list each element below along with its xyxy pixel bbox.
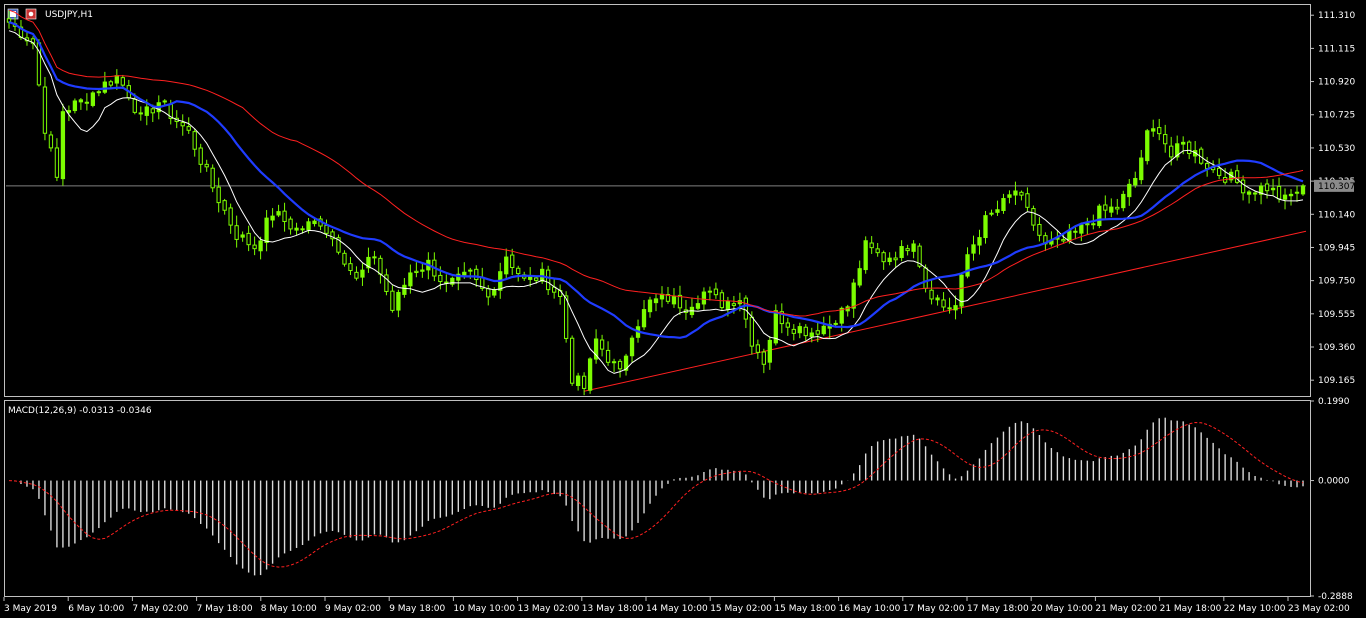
time-tick-label: 8 May 10:00 [261, 604, 317, 614]
price-tick-label: 109.555 [1318, 310, 1355, 320]
price-tick-label: 111.310 [1318, 11, 1355, 21]
time-tick-label: 16 May 10:00 [839, 604, 901, 614]
candle [336, 234, 341, 255]
price-tick-label: 109.360 [1318, 343, 1355, 353]
time-tick-label: 13 May 18:00 [582, 604, 644, 614]
price-tick-label: 110.725 [1318, 111, 1355, 121]
candle [863, 236, 868, 274]
trading-chart[interactable]: USDJPY,H1 MACD(12,26,9) -0.0313 -0.0346 … [0, 0, 1366, 618]
price-tick-label: 111.115 [1318, 44, 1355, 54]
time-tick-label: 9 May 18:00 [389, 604, 445, 614]
time-tick-label: 9 May 02:00 [325, 604, 381, 614]
macd-tick-label: 0.0000 [1318, 477, 1350, 487]
time-tick-label: 6 May 10:00 [68, 604, 124, 614]
candle [1145, 128, 1150, 165]
macd-title: MACD(12,26,9) -0.0313 -0.0346 [8, 406, 152, 416]
candle [587, 357, 593, 394]
symbol-title: USDJPY,H1 [45, 10, 93, 20]
time-tick-label: 13 May 02:00 [518, 604, 580, 614]
chart-background [0, 0, 1366, 618]
candle [569, 335, 575, 386]
time-tick-label: 21 May 02:00 [1095, 604, 1157, 614]
time-tick-label: 10 May 10:00 [453, 604, 515, 614]
time-tick-label: 23 May 02:00 [1288, 604, 1350, 614]
price-tick-label: 109.945 [1318, 243, 1355, 253]
current-price-label: 110.307 [1318, 182, 1355, 192]
candle [1300, 183, 1306, 196]
time-tick-label: 7 May 02:00 [132, 604, 188, 614]
candle [1097, 203, 1102, 229]
price-tick-label: 110.920 [1318, 78, 1355, 88]
time-tick-label: 17 May 18:00 [967, 604, 1029, 614]
macd-tick-label: 0.1990 [1318, 397, 1350, 407]
candle [60, 103, 66, 186]
candle [210, 164, 215, 193]
time-tick-label: 15 May 18:00 [774, 604, 836, 614]
time-tick-label: 17 May 02:00 [903, 604, 965, 614]
price-tick-label: 109.165 [1318, 376, 1355, 386]
time-tick-label: 15 May 02:00 [710, 604, 772, 614]
time-tick-label: 22 May 10:00 [1224, 604, 1286, 614]
time-tick-label: 21 May 18:00 [1160, 604, 1222, 614]
price-tick-label: 109.750 [1318, 277, 1355, 287]
time-tick-label: 14 May 10:00 [646, 604, 708, 614]
current-price-marker: 110.307 [1314, 179, 1355, 192]
time-tick-label: 7 May 18:00 [197, 604, 253, 614]
candle [90, 91, 96, 108]
time-tick-label: 3 May 2019 [4, 604, 57, 614]
flag-jpy-icon [25, 8, 37, 20]
macd-tick-label: -0.2888 [1318, 592, 1353, 602]
time-tick-label: 20 May 10:00 [1031, 604, 1093, 614]
price-tick-label: 110.530 [1318, 144, 1355, 154]
price-tick-label: 110.140 [1318, 210, 1355, 220]
